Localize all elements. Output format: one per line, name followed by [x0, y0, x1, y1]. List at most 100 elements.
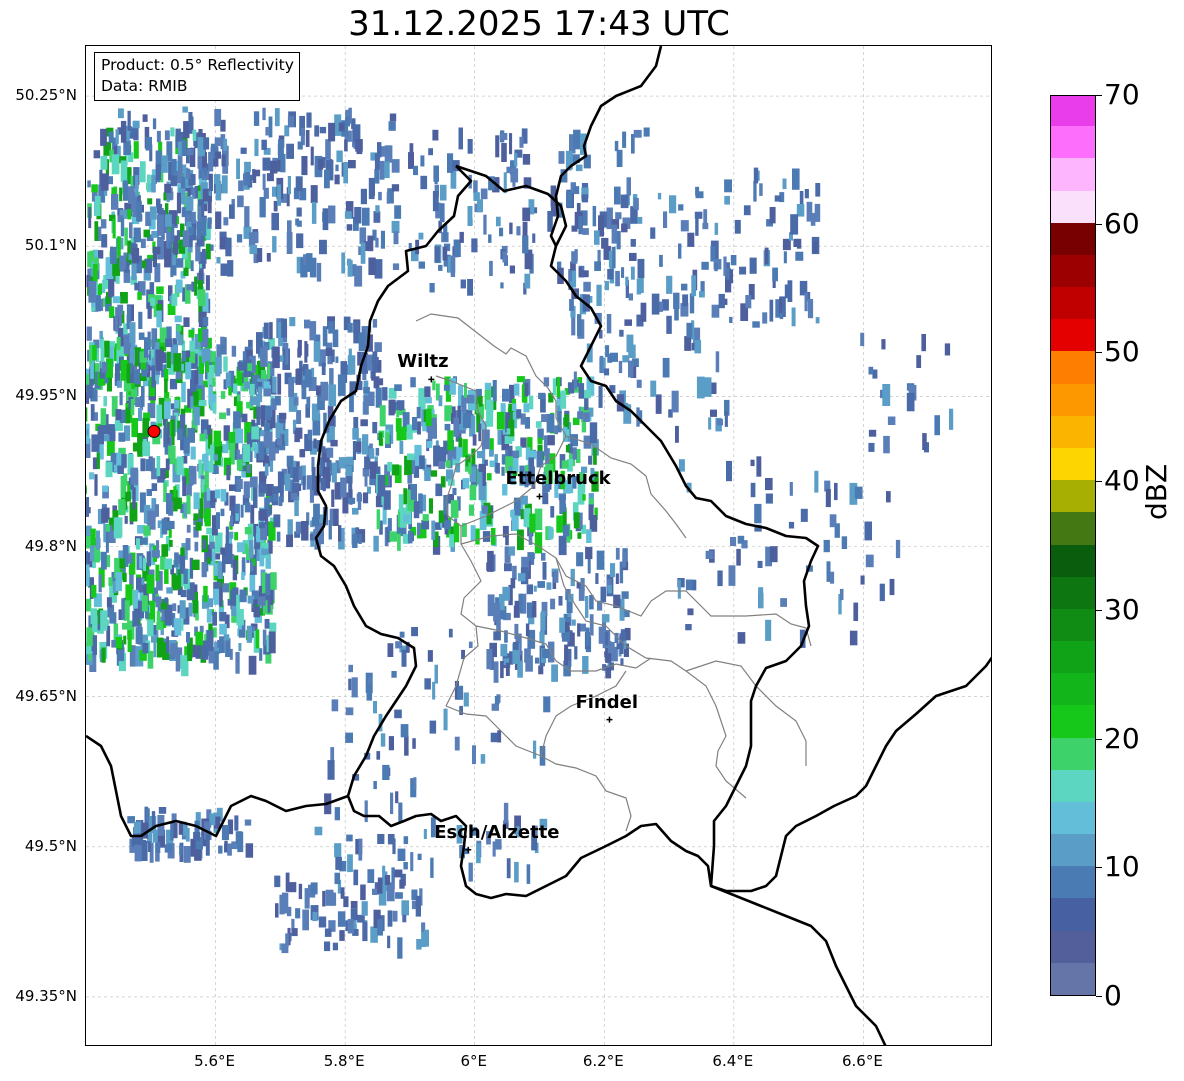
echo-cell	[345, 465, 352, 477]
echo-cell	[542, 649, 550, 659]
echo-cell	[879, 583, 885, 602]
echo-cell	[295, 176, 303, 192]
echo-cell	[196, 221, 201, 240]
echo-cell	[804, 189, 809, 199]
echo-cell	[695, 191, 704, 199]
echo-cell	[88, 280, 97, 303]
echo-cell	[140, 238, 146, 249]
echo-cell	[685, 624, 692, 631]
echo-cell	[166, 493, 173, 515]
echo-cell	[306, 396, 311, 409]
echo-cell	[191, 559, 200, 570]
colorbar-tick-label: 70	[1104, 78, 1140, 111]
echo-cell	[234, 815, 239, 831]
echo-cell	[155, 349, 163, 371]
echo-cell	[717, 570, 723, 587]
echo-cell	[190, 174, 196, 186]
echo-cell	[322, 208, 329, 231]
echo-cell	[603, 368, 610, 376]
echo-cell	[578, 267, 582, 277]
echo-cell	[183, 267, 189, 276]
echo-cell	[140, 537, 148, 545]
echo-cell	[607, 585, 612, 594]
echo-cell	[906, 392, 915, 412]
echo-cell	[447, 430, 454, 451]
echo-cell	[468, 462, 472, 475]
echo-cell	[524, 650, 529, 660]
colorbar-segment	[1051, 318, 1095, 352]
echo-cell	[152, 829, 158, 843]
echo-cell	[514, 153, 518, 167]
echo-cell	[185, 196, 194, 211]
echo-cell	[657, 192, 662, 200]
echo-cell	[417, 853, 422, 860]
echo-cell	[118, 499, 126, 516]
echo-cell	[443, 384, 450, 391]
echo-cell	[607, 268, 614, 280]
echo-cell	[253, 111, 260, 126]
echo-cell	[210, 244, 214, 251]
echo-cell	[662, 357, 670, 378]
echo-cell	[708, 417, 712, 430]
echo-cell	[170, 175, 178, 187]
colorbar-segment	[1051, 254, 1095, 288]
echo-cell	[187, 187, 191, 198]
echo-cell	[142, 441, 150, 457]
echo-cell	[212, 402, 217, 414]
echo-cell	[98, 226, 102, 241]
radar-map[interactable]	[85, 45, 992, 1046]
echo-cell	[496, 216, 501, 227]
echo-cell	[626, 334, 634, 353]
echo-cell	[146, 489, 152, 496]
colorbar-segment	[1051, 769, 1095, 802]
echo-cell	[478, 472, 483, 494]
echo-cell	[193, 492, 200, 510]
echo-cell	[278, 496, 283, 507]
echo-cell	[582, 228, 589, 235]
echo-cell	[185, 362, 192, 380]
echo-cell	[684, 336, 692, 351]
echo-cell	[453, 523, 460, 543]
echo-cell	[376, 751, 381, 760]
echo-cell	[788, 521, 795, 529]
echo-cell	[179, 845, 183, 855]
lon-tick-label: 5.6°E	[194, 1052, 235, 1070]
echo-cell	[583, 389, 591, 399]
echo-cell	[633, 129, 642, 138]
echo-cell	[585, 596, 589, 618]
echo-cell	[637, 217, 643, 224]
echo-cell	[335, 164, 339, 172]
echo-cell	[714, 262, 718, 272]
echo-cell	[363, 395, 369, 415]
echo-cell	[332, 942, 338, 951]
echo-cell	[86, 407, 88, 422]
colorbar-segment	[1051, 897, 1095, 931]
echo-cell	[338, 457, 347, 469]
echo-cell	[524, 382, 529, 397]
echo-cell	[94, 195, 101, 216]
echo-cell	[202, 539, 206, 550]
echo-cell	[335, 356, 339, 363]
echo-cell	[175, 279, 183, 293]
echo-cell	[310, 882, 318, 895]
echo-cell	[138, 332, 145, 340]
echo-cell	[216, 512, 220, 529]
echo-cell	[510, 168, 519, 183]
echo-cell	[156, 130, 161, 143]
echo-cell	[522, 207, 531, 222]
echo-cell	[204, 508, 211, 527]
echo-cell	[166, 636, 170, 653]
echo-cell	[520, 413, 526, 425]
echo-cell	[181, 351, 187, 362]
echo-cell	[134, 282, 140, 291]
echo-cell	[377, 834, 385, 844]
echo-cell	[250, 383, 255, 396]
echo-cell	[353, 417, 359, 429]
echo-cell	[272, 493, 278, 502]
echo-cell	[453, 446, 457, 460]
echo-cell	[123, 635, 127, 645]
echo-cell	[595, 573, 599, 584]
colorbar-segment	[1051, 640, 1095, 674]
echo-cell	[158, 807, 167, 814]
echo-cell	[225, 526, 229, 546]
